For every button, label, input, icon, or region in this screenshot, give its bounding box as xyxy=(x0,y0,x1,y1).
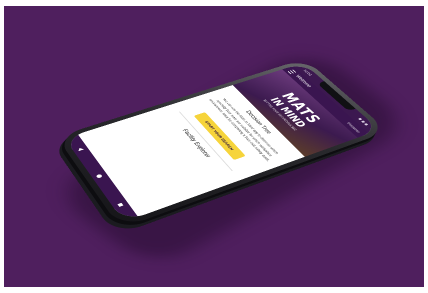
phone-scene: 11:00 Welcome Disclaimer MATS IN MIND MA… xyxy=(4,6,424,287)
back-icon[interactable] xyxy=(76,146,84,151)
recent-apps-icon[interactable] xyxy=(117,202,124,207)
battery-icon xyxy=(364,123,369,126)
menu-icon[interactable] xyxy=(288,69,297,75)
purple-background: 11:00 Welcome Disclaimer MATS IN MIND MA… xyxy=(4,6,424,287)
home-icon[interactable] xyxy=(95,173,104,179)
